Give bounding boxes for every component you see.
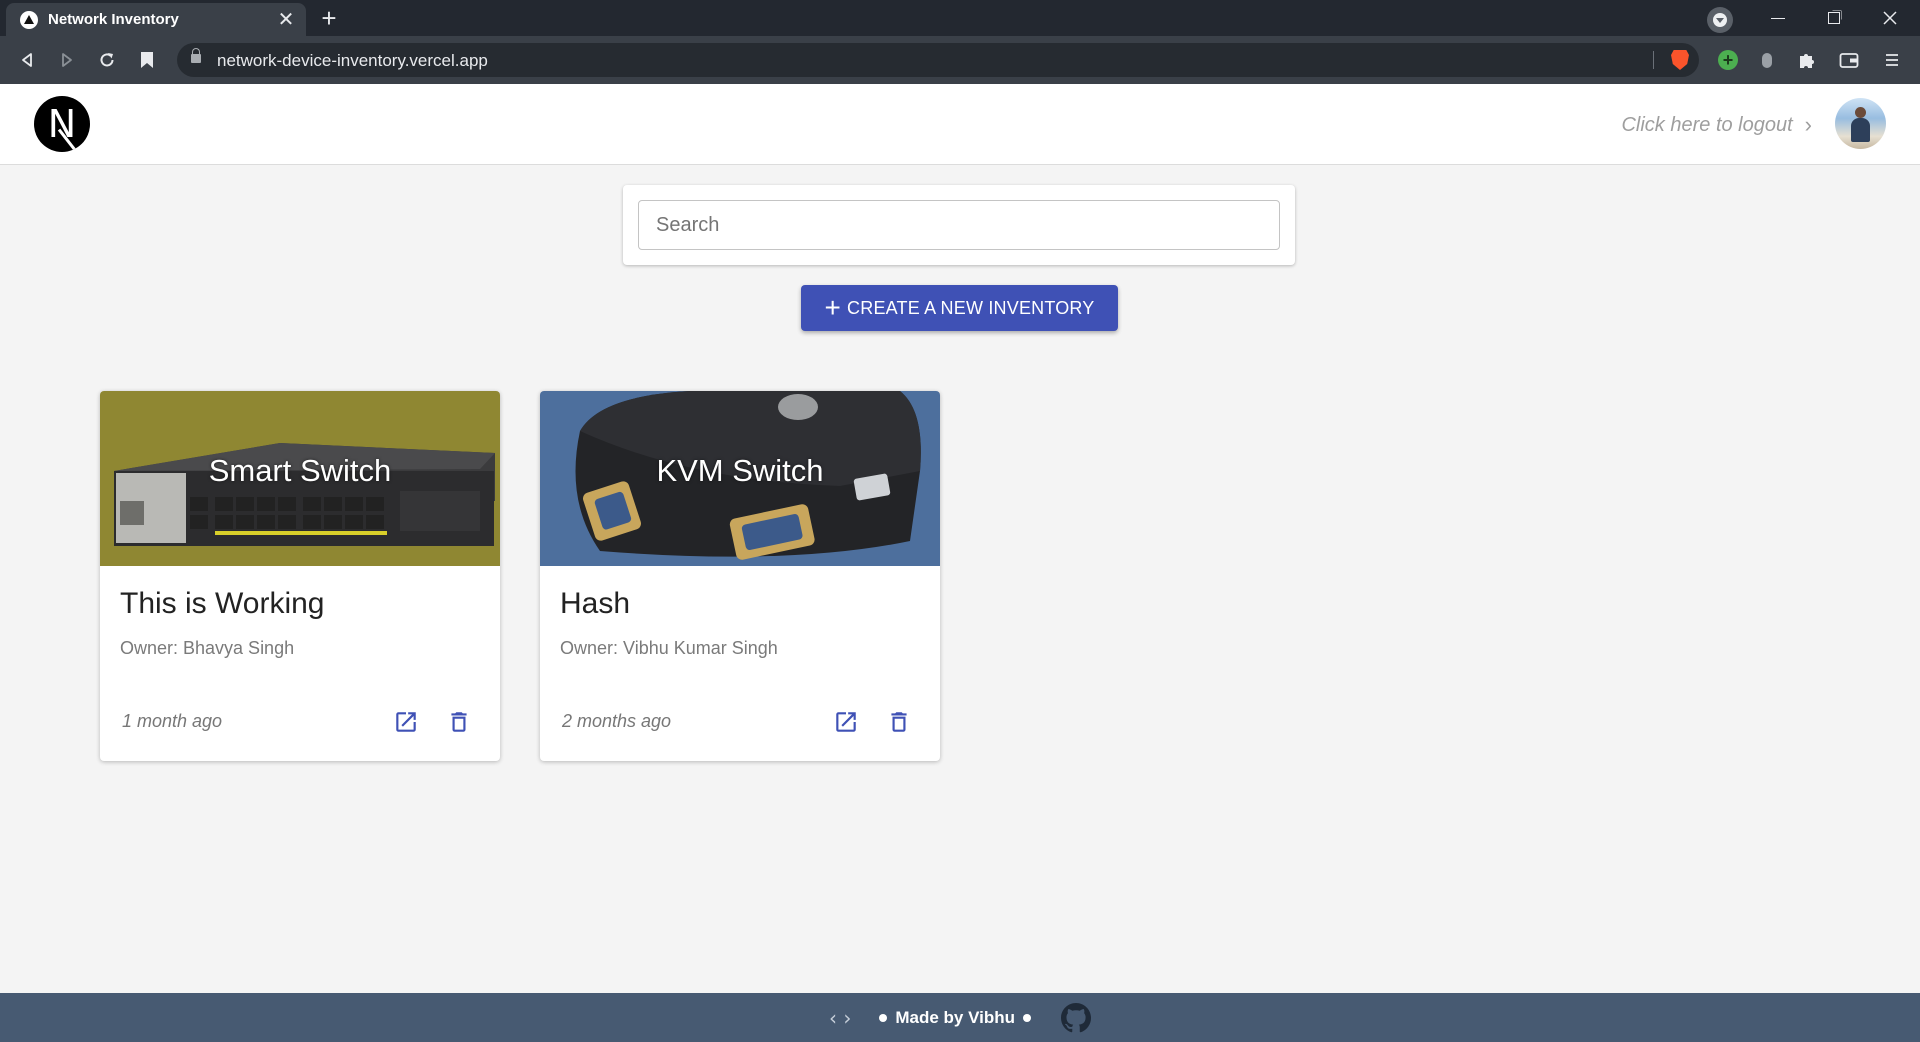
logout-link[interactable]: Click here to logout ›	[1621, 112, 1812, 138]
made-by-text: Made by Vibhu	[895, 1007, 1015, 1027]
tab-close-icon[interactable]: ✕	[276, 7, 296, 32]
card-owner: Owner: Bhavya Singh	[120, 638, 295, 658]
github-icon[interactable]	[1061, 1002, 1091, 1033]
close-icon	[1883, 11, 1897, 25]
open-inventory-button[interactable]	[390, 706, 422, 738]
url-text[interactable]: network-device-inventory.vercel.app	[217, 51, 488, 71]
page-footer: ‹ › Made by Vibhu	[0, 993, 1920, 1042]
avatar-head	[1855, 107, 1866, 118]
puzzle-icon	[1800, 54, 1814, 68]
card-image-label: Smart Switch	[208, 453, 392, 488]
tab-search-button[interactable]	[1707, 7, 1733, 33]
browser-menu-button[interactable]	[1880, 48, 1904, 72]
trash-icon	[891, 712, 907, 732]
close-window-button[interactable]	[1862, 0, 1918, 36]
open-inventory-button[interactable]	[830, 706, 862, 738]
minimize-button[interactable]	[1750, 0, 1806, 36]
add-icon: +	[824, 292, 842, 323]
card-title: Hash	[560, 587, 631, 620]
inventory-card: KVM Switch Hash Owner: Vibhu Kumar Singh…	[540, 391, 940, 761]
lock-icon	[191, 48, 201, 63]
forward-button[interactable]	[55, 48, 79, 72]
chevron-right-icon: ›	[1804, 112, 1812, 137]
reload-button[interactable]	[95, 48, 119, 72]
avatar-body	[1851, 118, 1870, 142]
create-inventory-button[interactable]: + CREATE A NEW INVENTORY	[801, 285, 1118, 331]
reload-icon	[100, 53, 114, 67]
app-header: N Click here to logout ›	[0, 84, 1920, 165]
extensions-button[interactable]	[1795, 48, 1819, 72]
wallet-icon	[1839, 53, 1859, 68]
extension-mouse-button[interactable]	[1755, 48, 1779, 72]
card-image-label: KVM Switch	[656, 453, 824, 488]
new-tab-button[interactable]: +	[316, 5, 342, 32]
browser-tab-strip: Network Inventory ✕ +	[0, 0, 1920, 36]
create-inventory-label: CREATE A NEW INVENTORY	[847, 297, 1095, 318]
card-timestamp: 1 month ago	[122, 711, 223, 731]
search-card	[623, 185, 1295, 265]
card-image[interactable]: Smart Switch	[100, 391, 500, 566]
chevron-down-icon	[1713, 13, 1727, 27]
restore-icon	[1828, 12, 1840, 24]
card-owner: Owner: Vibhu Kumar Singh	[560, 638, 778, 658]
footer-dot	[879, 1013, 888, 1022]
bookmark-icon	[141, 52, 153, 68]
delete-inventory-button[interactable]	[443, 706, 475, 738]
footer-dot	[1023, 1013, 1031, 1022]
card-timestamp: 2 months ago	[562, 711, 672, 731]
delete-inventory-button[interactable]	[883, 706, 915, 738]
wallet-button[interactable]	[1837, 48, 1861, 72]
bookmark-button[interactable]	[135, 48, 159, 72]
browser-toolbar: network-device-inventory.vercel.app +	[0, 36, 1920, 84]
user-avatar[interactable]	[1835, 98, 1886, 149]
forward-icon	[62, 53, 72, 67]
logout-text[interactable]: Click here to logout	[1621, 114, 1792, 137]
search-input[interactable]	[638, 200, 1280, 250]
green-plus-icon: +	[1718, 50, 1738, 70]
hamburger-menu-icon	[1886, 54, 1898, 66]
inventory-card: Smart Switch This is Working Owner: Bhav…	[100, 391, 500, 761]
browser-tab[interactable]: Network Inventory ✕	[6, 3, 306, 36]
address-bar-divider	[1653, 51, 1654, 69]
address-bar[interactable]: network-device-inventory.vercel.app	[177, 43, 1699, 77]
back-button[interactable]	[15, 48, 39, 72]
app-logo[interactable]: N	[34, 96, 90, 152]
card-title: This is Working	[120, 587, 325, 620]
back-icon	[22, 53, 32, 67]
trash-icon	[451, 712, 467, 732]
brave-shields-icon[interactable]	[1671, 50, 1689, 70]
code-icon: ‹ ›	[828, 1005, 852, 1030]
tab-title: Network Inventory	[48, 11, 179, 28]
open-in-new-icon	[396, 712, 416, 732]
extension-plus-button[interactable]: +	[1716, 48, 1740, 72]
open-in-new-icon	[836, 712, 856, 732]
vercel-favicon-icon	[20, 10, 38, 29]
minimize-icon	[1771, 17, 1785, 19]
card-image[interactable]: KVM Switch	[540, 391, 940, 566]
mouse-icon	[1762, 52, 1772, 68]
restore-button[interactable]	[1806, 0, 1862, 36]
